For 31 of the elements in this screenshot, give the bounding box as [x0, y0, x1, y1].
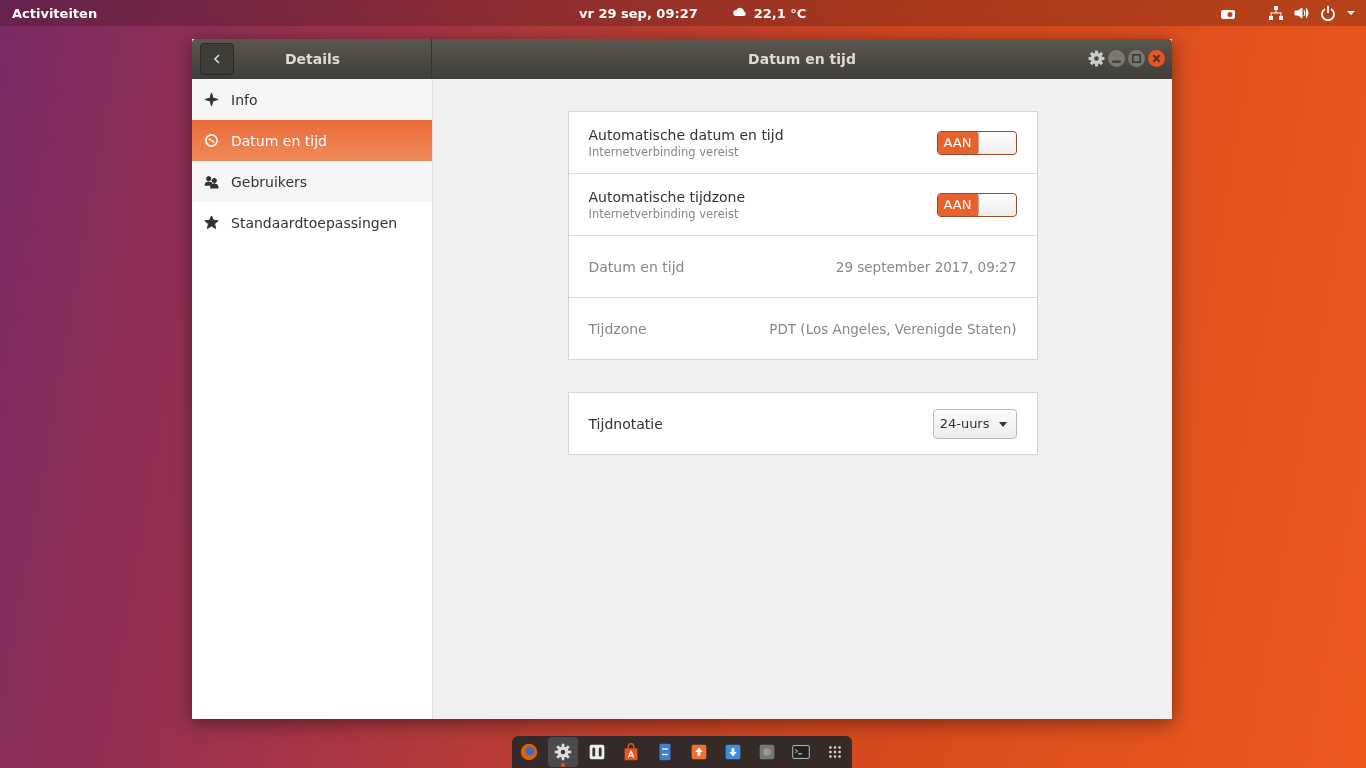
setting-label: Tijdnotatie: [588, 415, 663, 432]
dock-app-button[interactable]: [548, 737, 578, 767]
setting-label: Automatische tijdzone: [588, 188, 746, 205]
activities-button[interactable]: Activiteiten: [12, 5, 98, 21]
back-button[interactable]: [200, 43, 234, 75]
setting-label: Tijdzone: [588, 320, 647, 337]
setting-label: Datum en tijd: [588, 258, 685, 275]
clock[interactable]: vr 29 sep, 09:27: [579, 5, 698, 21]
setting-label: Automatische datum en tijd: [588, 126, 784, 143]
sparkle-icon: [204, 92, 219, 107]
sidebar-item[interactable]: Info: [192, 79, 432, 120]
setting-value[interactable]: 29 september 2017, 09:27: [835, 258, 1017, 275]
volume-icon[interactable]: [1294, 5, 1310, 21]
setting-subtitle: Internetverbinding vereist: [588, 144, 740, 159]
setting-value[interactable]: PDT (Los Angeles, Verenigde Staten): [769, 320, 1017, 337]
time-format-dropdown[interactable]: 24-uurs: [932, 408, 1017, 439]
power-icon[interactable]: [1320, 5, 1336, 21]
running-indicator-dot: [561, 763, 565, 767]
users-icon: [204, 174, 219, 189]
maximize-button[interactable]: [1127, 49, 1146, 68]
clock-icon: [204, 133, 219, 148]
star-icon: [204, 215, 219, 230]
weather-temperature[interactable]: 22,1 °C: [753, 5, 807, 21]
sidebar-title: Details: [283, 51, 342, 67]
settings-icon[interactable]: [1087, 49, 1106, 68]
caret-icon[interactable]: [1346, 8, 1356, 18]
network-icon[interactable]: [1268, 5, 1284, 21]
setting-subtitle: Internetverbinding vereist: [588, 206, 740, 221]
close-button[interactable]: [1147, 49, 1166, 68]
window-title: Datum en tijd: [748, 51, 856, 67]
sidebar-item[interactable]: Gebruikers: [192, 161, 432, 202]
